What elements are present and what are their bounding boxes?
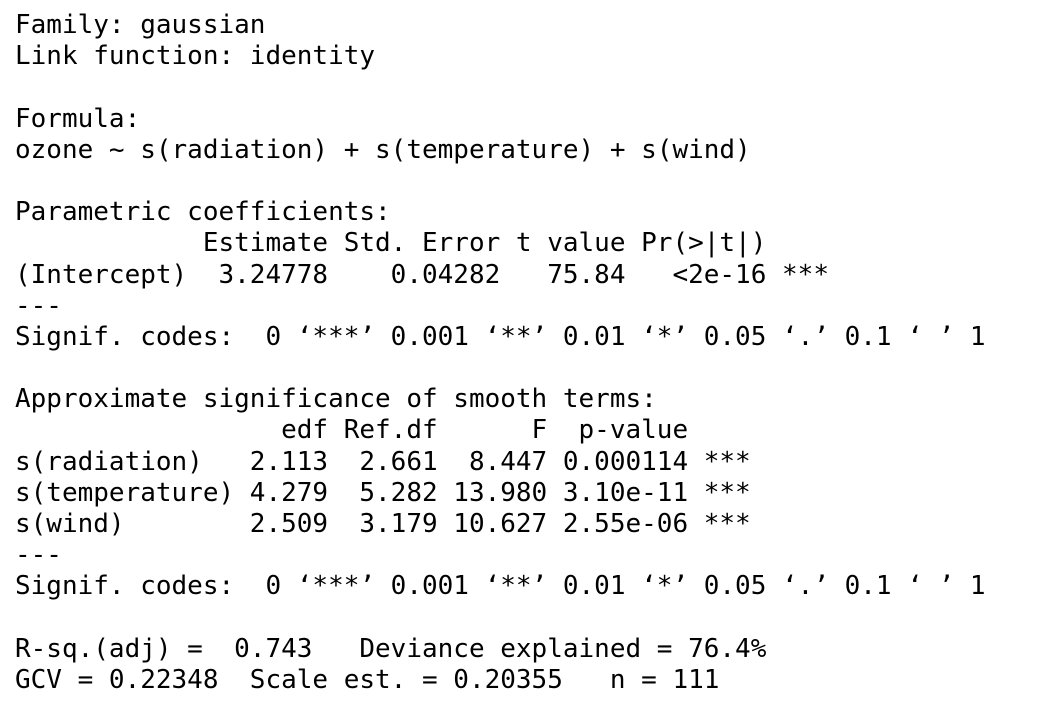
- r-squared-line: R-sq.(adj) = 0.743 Deviance explained = …: [15, 633, 767, 664]
- separator-line: ---: [15, 540, 62, 571]
- parametric-coefficients-heading: Parametric coefficients:: [15, 197, 391, 228]
- separator-line: ---: [15, 290, 62, 321]
- console-output: Family: gaussian Link function: identity…: [0, 0, 1059, 712]
- family-line: Family: gaussian: [15, 10, 266, 40]
- smooth-table-row-wind: s(wind) 2.509 3.179 10.627 2.55e-06 ***: [15, 509, 751, 539]
- smooth-table-header: edf Ref.df F p-value: [15, 415, 751, 446]
- parametric-table-row-intercept: (Intercept) 3.24778 0.04282 75.84 <2e-16…: [15, 259, 829, 290]
- signif-codes-line: Signif. codes: 0 ‘***’ 0.001 ‘**’ 0.01 ‘…: [15, 321, 986, 352]
- link-function-line: Link function: identity: [15, 41, 376, 72]
- formula-heading: Formula:: [15, 103, 141, 134]
- parametric-table-header: Estimate Std. Error t value Pr(>|t|): [15, 228, 829, 259]
- smooth-terms-heading: Approximate significance of smooth terms…: [15, 384, 657, 415]
- smooth-table-row-radiation: s(radiation) 2.113 2.661 8.447 0.000114 …: [15, 446, 751, 477]
- formula-line: ozone ~ s(radiation) + s(temperature) + …: [15, 134, 751, 165]
- smooth-table-row-temperature: s(temperature) 4.279 5.282 13.980 3.10e-…: [15, 477, 751, 508]
- signif-codes-line: Signif. codes: 0 ‘***’ 0.001 ‘**’ 0.01 ‘…: [15, 571, 986, 602]
- gcv-line: GCV = 0.22348 Scale est. = 0.20355 n = 1…: [15, 664, 720, 695]
